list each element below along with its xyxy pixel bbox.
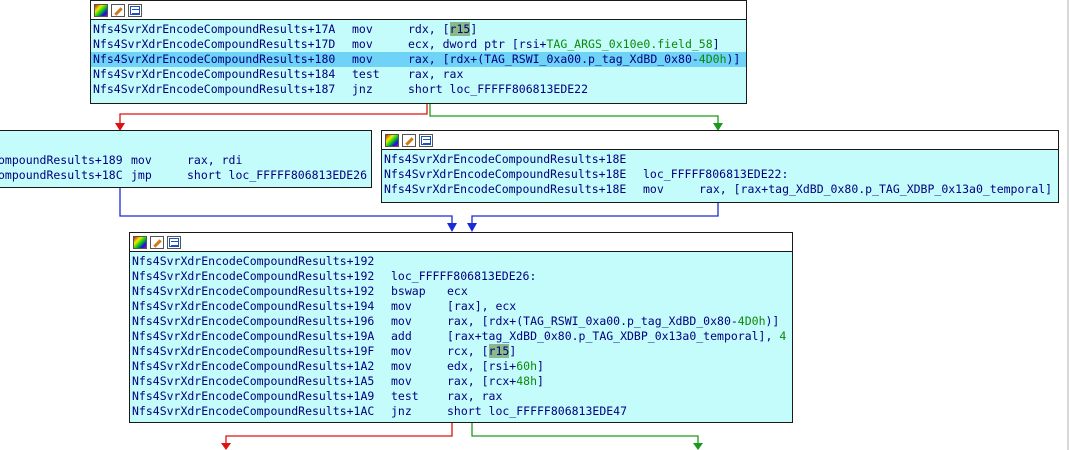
block-lines: Nfs4SvrXdrEncodeCompoundResults+192 Nfs4… — [130, 252, 792, 419]
code-block-192[interactable]: Nfs4SvrXdrEncodeCompoundResults+192 Nfs4… — [129, 232, 793, 423]
asm-line[interactable]: Nfs4SvrXdrEncodeCompoundResults+1A2 mov ed… — [130, 359, 792, 374]
register-r15[interactable]: r15 — [449, 22, 471, 36]
edit-icon[interactable] — [402, 133, 416, 147]
color-palette-icon[interactable] — [133, 235, 147, 249]
edge-jump-2 — [471, 203, 719, 223]
block-lines: Nfs4SvrXdrEncodeCompoundResults+18E Nfs4… — [382, 150, 1058, 197]
arrow-down-red-2 — [221, 443, 231, 450]
block-header — [91, 1, 746, 20]
asm-line[interactable]: Nfs4SvrXdrEncodeCompoundResults+19F mov rc… — [130, 344, 792, 359]
block-header — [382, 131, 1058, 150]
asm-line[interactable]: Nfs4SvrXdrEncodeCompoundResults+1AC jnz sh… — [130, 404, 792, 419]
asm-line[interactable]: Nfs4SvrXdrEncodeCompoundResults+17D mov ec… — [91, 37, 746, 52]
edge-true-2 — [471, 422, 699, 444]
asm-line[interactable]: Nfs4SvrXdrEncodeCompoundResults+18E — [382, 152, 1058, 167]
block-header — [130, 233, 792, 252]
color-palette-icon[interactable] — [94, 3, 108, 17]
label-loc-de26[interactable]: loc_FFFFF806813EDE26: — [391, 269, 536, 283]
asm-line[interactable]: Nfs4SvrXdrEncodeCompoundResults+184 test r… — [91, 67, 746, 82]
asm-line[interactable]: Nfs4SvrXdrEncodeCompoundResults+19A add [r… — [130, 329, 792, 344]
asm-line[interactable]: Nfs4SvrXdrEncodeCompoundResults+17A mov rd… — [91, 22, 746, 37]
edit-icon[interactable] — [150, 235, 164, 249]
block-lines: ompoundResults+189 mov rax, rdi ompoundRes… — [0, 131, 371, 183]
asm-line[interactable]: ompoundResults+189 mov rax, rdi — [0, 153, 371, 168]
graph-view-icon[interactable] — [128, 3, 142, 17]
code-block-189[interactable]: ompoundResults+189 mov rax, rdi ompoundRes… — [0, 130, 372, 188]
arrow-down-blue-2 — [467, 223, 477, 232]
edge-false-1 — [119, 103, 428, 123]
asm-line[interactable]: Nfs4SvrXdrEncodeCompoundResults+187 jnz sh… — [91, 82, 746, 97]
graph-view-icon[interactable] — [167, 235, 181, 249]
edge-false-2 — [225, 422, 453, 444]
asm-line[interactable]: Nfs4SvrXdrEncodeCompoundResults+192 loc_F… — [130, 269, 792, 284]
asm-line[interactable]: Nfs4SvrXdrEncodeCompoundResults+18E mov ra… — [382, 182, 1058, 197]
asm-line-selected[interactable]: Nfs4SvrXdrEncodeCompoundResults+180 mov ra… — [91, 52, 746, 67]
asm-line[interactable]: Nfs4SvrXdrEncodeCompoundResults+18E loc_F… — [382, 167, 1058, 182]
asm-line[interactable]: ompoundResults+18C jmp short loc_FFFFF8068… — [0, 168, 371, 183]
asm-line[interactable]: Nfs4SvrXdrEncodeCompoundResults+1A9 test r… — [130, 389, 792, 404]
edit-icon[interactable] — [111, 3, 125, 17]
block-lines: Nfs4SvrXdrEncodeCompoundResults+17A mov rd… — [91, 20, 746, 97]
asm-line[interactable]: Nfs4SvrXdrEncodeCompoundResults+196 mov ra… — [130, 314, 792, 329]
code-block-18e[interactable]: Nfs4SvrXdrEncodeCompoundResults+18E Nfs4… — [381, 130, 1059, 203]
color-palette-icon[interactable] — [385, 133, 399, 147]
register-r15[interactable]: r15 — [488, 344, 510, 358]
asm-line[interactable]: Nfs4SvrXdrEncodeCompoundResults+192 bswap… — [130, 284, 792, 299]
label-loc-de22[interactable]: loc_FFFFF806813EDE22: — [643, 167, 788, 181]
asm-line[interactable]: Nfs4SvrXdrEncodeCompoundResults+194 mov [r… — [130, 299, 792, 314]
arrow-down-blue-1 — [447, 223, 457, 232]
edge-true-1 — [429, 103, 719, 123]
code-block-17a[interactable]: Nfs4SvrXdrEncodeCompoundResults+17A mov rd… — [90, 0, 747, 104]
asm-line[interactable]: Nfs4SvrXdrEncodeCompoundResults+1A5 mov ra… — [130, 374, 792, 389]
graph-view-icon[interactable] — [419, 133, 433, 147]
arrow-down-green-2 — [693, 443, 703, 450]
asm-line[interactable]: Nfs4SvrXdrEncodeCompoundResults+192 — [130, 254, 792, 269]
